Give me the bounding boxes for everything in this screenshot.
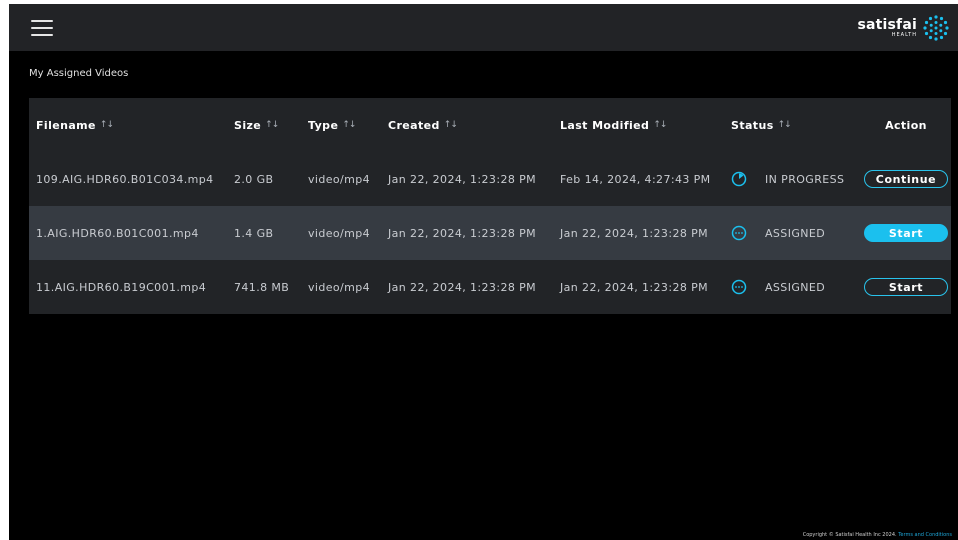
cell-size: 2.0 GB <box>234 172 274 186</box>
sort-icon: ↑↓ <box>342 120 356 130</box>
cell-action: Continue <box>862 152 950 206</box>
cell-filename: 1.AIG.HDR60.B01C001.mp4 <box>36 226 199 240</box>
table-row[interactable]: 109.AIG.HDR60.B01C034.mp4 2.0 GB video/m… <box>29 152 951 206</box>
cell-size: 1.4 GB <box>234 226 274 240</box>
cell-status: ASSIGNED <box>731 206 825 260</box>
copyright-text: Copyright © Satisfai Health Inc 2024. <box>802 532 897 538</box>
terms-link[interactable]: Terms and Conditions <box>898 532 952 538</box>
sort-icon: ↑↓ <box>265 120 279 130</box>
top-bar: satisfai HEALTH <box>9 4 958 51</box>
dots-circle-icon <box>731 225 747 241</box>
satisfai-logo: satisfai HEALTH <box>857 13 950 43</box>
cell-last-modified: Jan 22, 2024, 1:23:28 PM <box>560 226 709 240</box>
logo-dots-icon <box>923 15 949 41</box>
cell-status: ASSIGNED <box>731 260 825 314</box>
column-header-size[interactable]: Size ↑↓ <box>234 98 279 152</box>
table-row[interactable]: 11.AIG.HDR60.B19C001.mp4 741.8 MB video/… <box>29 260 951 314</box>
cell-created: Jan 22, 2024, 1:23:28 PM <box>388 280 537 294</box>
menu-icon[interactable] <box>31 18 53 36</box>
cell-last-modified: Feb 14, 2024, 4:27:43 PM <box>560 172 711 186</box>
cell-status: IN PROGRESS <box>731 152 844 206</box>
cell-type: video/mp4 <box>308 280 371 294</box>
app-frame: satisfai HEALTH My Assigned Videos Filen… <box>9 4 958 540</box>
progress-pie-icon <box>731 171 747 187</box>
cell-type: video/mp4 <box>308 172 371 186</box>
logo-subtitle: HEALTH <box>891 31 917 38</box>
cell-created: Jan 22, 2024, 1:23:28 PM <box>388 226 537 240</box>
logo-wordmark: satisfai <box>857 16 917 33</box>
sort-icon: ↑↓ <box>777 120 792 130</box>
dots-circle-icon <box>731 279 747 295</box>
cell-last-modified: Jan 22, 2024, 1:23:28 PM <box>560 280 709 294</box>
column-header-action: Action <box>885 118 927 132</box>
sort-icon: ↑↓ <box>653 120 667 130</box>
cell-action: Start <box>862 260 950 314</box>
status-text: ASSIGNED <box>765 226 826 240</box>
start-button[interactable]: Start <box>864 278 948 296</box>
footer: Copyright © Satisfai Health Inc 2024. Te… <box>803 532 952 538</box>
start-button[interactable]: Start <box>864 224 948 242</box>
cell-filename: 11.AIG.HDR60.B19C001.mp4 <box>36 280 207 294</box>
cell-filename: 109.AIG.HDR60.B01C034.mp4 <box>36 172 214 186</box>
column-header-status[interactable]: Status ↑↓ <box>731 98 792 152</box>
cell-action: Start <box>862 206 950 260</box>
table-row[interactable]: 1.AIG.HDR60.B01C001.mp4 1.4 GB video/mp4… <box>29 206 951 260</box>
table-header: Filename ↑↓ Size ↑↓ Type ↑↓ Created ↑↓ Last … <box>29 98 951 152</box>
cell-type: video/mp4 <box>308 226 371 240</box>
sort-icon: ↑↓ <box>443 120 458 130</box>
column-header-created[interactable]: Created ↑↓ <box>388 98 458 152</box>
cell-size: 741.8 MB <box>234 280 290 294</box>
sort-icon: ↑↓ <box>99 120 114 130</box>
column-header-filename[interactable]: Filename ↑↓ <box>36 98 114 152</box>
column-header-type[interactable]: Type ↑↓ <box>308 98 356 152</box>
status-text: IN PROGRESS <box>765 172 845 186</box>
page-title: My Assigned Videos <box>29 68 129 79</box>
videos-table: Filename ↑↓ Size ↑↓ Type ↑↓ Created ↑↓ Last … <box>29 98 951 314</box>
column-header-last-modified[interactable]: Last Modified ↑↓ <box>560 98 667 152</box>
cell-created: Jan 22, 2024, 1:23:28 PM <box>388 172 537 186</box>
continue-button[interactable]: Continue <box>864 170 948 188</box>
status-text: ASSIGNED <box>765 280 826 294</box>
